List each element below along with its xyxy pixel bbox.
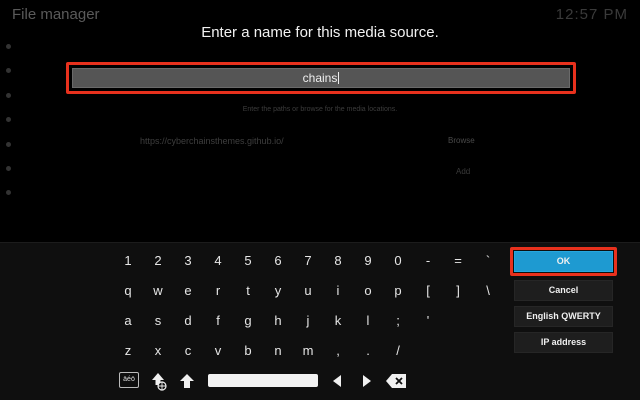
input-value-wrapper: chains bbox=[73, 71, 569, 85]
key-backslash[interactable]: \ bbox=[475, 278, 501, 304]
key-m[interactable]: m bbox=[295, 338, 321, 364]
key-w[interactable]: w bbox=[145, 278, 171, 304]
key-9[interactable]: 9 bbox=[355, 248, 381, 274]
layout-switch-key[interactable]: äéö bbox=[119, 372, 139, 388]
key-semicolon[interactable]: ; bbox=[385, 308, 411, 334]
key-minus[interactable]: - bbox=[415, 248, 441, 274]
key-z[interactable]: z bbox=[115, 338, 141, 364]
key-g[interactable]: g bbox=[235, 308, 261, 334]
background-source-url: https://cyberchainsthemes.github.io/ bbox=[140, 136, 284, 146]
background-list-bullet bbox=[6, 166, 11, 171]
key-4[interactable]: 4 bbox=[205, 248, 231, 274]
background-window-title: File manager bbox=[12, 6, 100, 23]
key-5[interactable]: 5 bbox=[235, 248, 261, 274]
key-left-bracket[interactable]: [ bbox=[415, 278, 441, 304]
key-l[interactable]: l bbox=[355, 308, 381, 334]
key-a[interactable]: a bbox=[115, 308, 141, 334]
background-browse-button: Browse bbox=[448, 136, 475, 145]
key-y[interactable]: y bbox=[265, 278, 291, 304]
key-v[interactable]: v bbox=[205, 338, 231, 364]
key-8[interactable]: 8 bbox=[325, 248, 351, 274]
key-u[interactable]: u bbox=[295, 278, 321, 304]
dialog-heading: Enter a name for this media source. bbox=[201, 24, 439, 41]
key-o[interactable]: o bbox=[355, 278, 381, 304]
background-add-button: Add bbox=[456, 167, 471, 176]
text-caret bbox=[338, 72, 340, 84]
key-0[interactable]: 0 bbox=[385, 248, 411, 274]
cancel-button[interactable]: Cancel bbox=[514, 280, 613, 301]
key-apostrophe[interactable]: ' bbox=[415, 308, 441, 334]
key-equals[interactable]: = bbox=[445, 248, 471, 274]
media-source-name-input[interactable]: chains bbox=[72, 68, 570, 88]
key-slash[interactable]: / bbox=[385, 338, 411, 364]
key-e[interactable]: e bbox=[175, 278, 201, 304]
key-h[interactable]: h bbox=[265, 308, 291, 334]
key-1[interactable]: 1 bbox=[115, 248, 141, 274]
background-list-bullet bbox=[6, 93, 11, 98]
ok-button[interactable]: OK bbox=[514, 251, 613, 272]
shift-arrow-up-icon[interactable] bbox=[175, 369, 199, 393]
key-n[interactable]: n bbox=[265, 338, 291, 364]
key-right-bracket[interactable]: ] bbox=[445, 278, 471, 304]
key-b[interactable]: b bbox=[235, 338, 261, 364]
key-backtick[interactable]: ` bbox=[475, 248, 501, 274]
key-d[interactable]: d bbox=[175, 308, 201, 334]
key-j[interactable]: j bbox=[295, 308, 321, 334]
key-f[interactable]: f bbox=[205, 308, 231, 334]
key-2[interactable]: 2 bbox=[145, 248, 171, 274]
key-comma[interactable]: , bbox=[325, 338, 351, 364]
arrow-left-icon[interactable] bbox=[325, 369, 349, 393]
background-hint-text: Enter the paths or browse for the media … bbox=[242, 106, 398, 113]
key-x[interactable]: x bbox=[145, 338, 171, 364]
keyboard-layout-button[interactable]: English QWERTY bbox=[514, 306, 613, 327]
background-list-bullet bbox=[6, 44, 11, 49]
ip-address-button[interactable]: IP address bbox=[514, 332, 613, 353]
key-period[interactable]: . bbox=[355, 338, 381, 364]
key-r[interactable]: r bbox=[205, 278, 231, 304]
background-list-bullet bbox=[6, 68, 11, 73]
background-list-bullet bbox=[6, 117, 11, 122]
key-k[interactable]: k bbox=[325, 308, 351, 334]
key-i[interactable]: i bbox=[325, 278, 351, 304]
key-c[interactable]: c bbox=[175, 338, 201, 364]
background-clock: 12:57 PM bbox=[555, 6, 628, 23]
key-p[interactable]: p bbox=[385, 278, 411, 304]
background-list-bullet bbox=[6, 190, 11, 195]
key-s[interactable]: s bbox=[145, 308, 171, 334]
key-3[interactable]: 3 bbox=[175, 248, 201, 274]
key-7[interactable]: 7 bbox=[295, 248, 321, 274]
space-bar-key[interactable] bbox=[208, 374, 318, 387]
globe-shift-icon[interactable] bbox=[146, 369, 170, 393]
key-6[interactable]: 6 bbox=[265, 248, 291, 274]
input-value: chains bbox=[302, 71, 338, 85]
arrow-right-icon[interactable] bbox=[355, 369, 379, 393]
backspace-icon[interactable] bbox=[384, 369, 408, 393]
key-q[interactable]: q bbox=[115, 278, 141, 304]
background-list-bullet bbox=[6, 142, 11, 147]
key-t[interactable]: t bbox=[235, 278, 261, 304]
